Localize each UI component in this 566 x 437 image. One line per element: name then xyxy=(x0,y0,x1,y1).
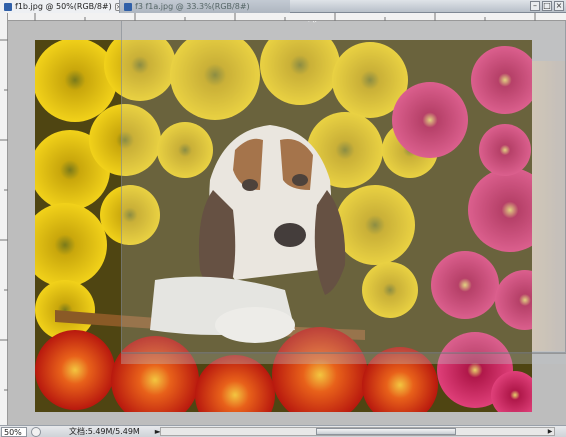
zoom-level-input[interactable]: 50% xyxy=(1,426,27,437)
document-tab-label: f3 f1a.jpg @ 33.3%(RGB/8#) xyxy=(135,2,250,11)
window-controls: – □ × xyxy=(530,1,564,11)
photoshop-document-icon xyxy=(4,2,12,11)
photoshop-document-icon xyxy=(124,2,132,11)
ruler-ticks xyxy=(34,13,536,21)
horizontal-ruler[interactable] xyxy=(8,13,566,21)
document-tab-label: f1b.jpg @ 50%(RGB/8#) xyxy=(15,2,112,11)
scrollbar-thumb[interactable] xyxy=(316,428,456,435)
maximize-button[interactable]: □ xyxy=(542,1,552,11)
floating-window-statusbar xyxy=(121,353,566,364)
document-canvas[interactable] xyxy=(8,21,566,425)
vertical-ruler[interactable] xyxy=(0,13,8,425)
close-window-button[interactable]: × xyxy=(554,1,564,11)
status-bar: 50% 文档:5.49M/5.49M ► ▶ xyxy=(0,425,566,437)
document-tab-bar: f1b.jpg @ 50%(RGB/8#) × f3 f1a.jpg @ 33.… xyxy=(0,0,566,13)
horizontal-scrollbar[interactable]: ▶ xyxy=(160,427,555,436)
document-status-icon[interactable] xyxy=(31,426,41,437)
ruler-ticks xyxy=(0,39,8,391)
document-size-info: 文档:5.49M/5.49M xyxy=(69,427,140,436)
document-tab-inactive[interactable]: f3 f1a.jpg @ 33.3%(RGB/8#) xyxy=(120,0,290,13)
minimize-button[interactable]: – xyxy=(530,1,540,11)
scroll-right-arrow-icon[interactable]: ▶ xyxy=(546,428,554,435)
document-tab-active[interactable]: f1b.jpg @ 50%(RGB/8#) × xyxy=(0,0,120,13)
floating-document-window[interactable] xyxy=(121,21,566,353)
mouse-pointer-icon xyxy=(308,21,317,23)
